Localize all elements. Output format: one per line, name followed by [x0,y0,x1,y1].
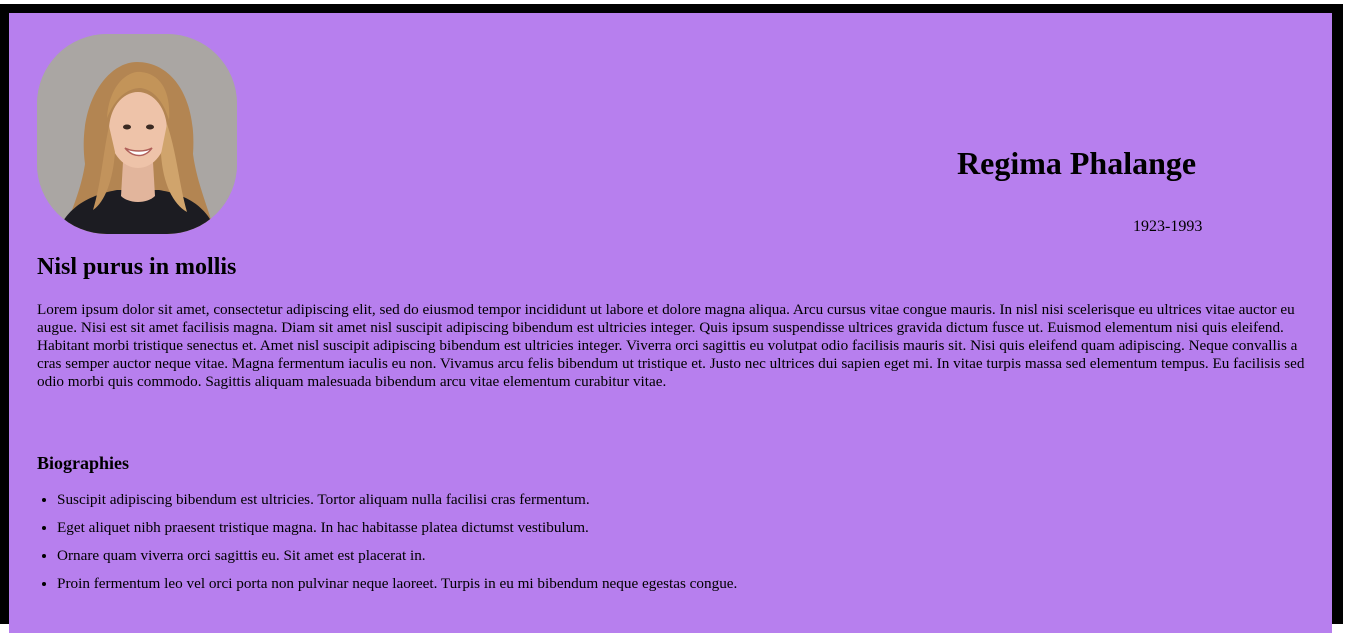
intro-paragraph: Lorem ipsum dolor sit amet, consectetur … [37,301,1305,390]
list-item: Ornare quam viverra orci sagittis eu. Si… [57,547,737,575]
biographies-list: Suscipit adipiscing bibendum est ultrici… [37,491,737,603]
profile-photo [37,34,237,234]
intro-heading: Nisl purus in mollis [37,254,237,280]
person-name: Regima Phalange [957,145,1197,181]
biographies-heading: Biographies [37,453,130,473]
profile-card: Regima Phalange 1923-1993 Nisl purus in … [9,13,1332,633]
list-item: Eget aliquet nibh praesent tristique mag… [57,519,737,547]
portrait-image [37,34,237,234]
list-item: Proin fermentum leo vel orci porta non p… [57,575,737,603]
list-item: Suscipit adipiscing bibendum est ultrici… [57,491,737,519]
life-years: 1923-1993 [1133,218,1203,235]
